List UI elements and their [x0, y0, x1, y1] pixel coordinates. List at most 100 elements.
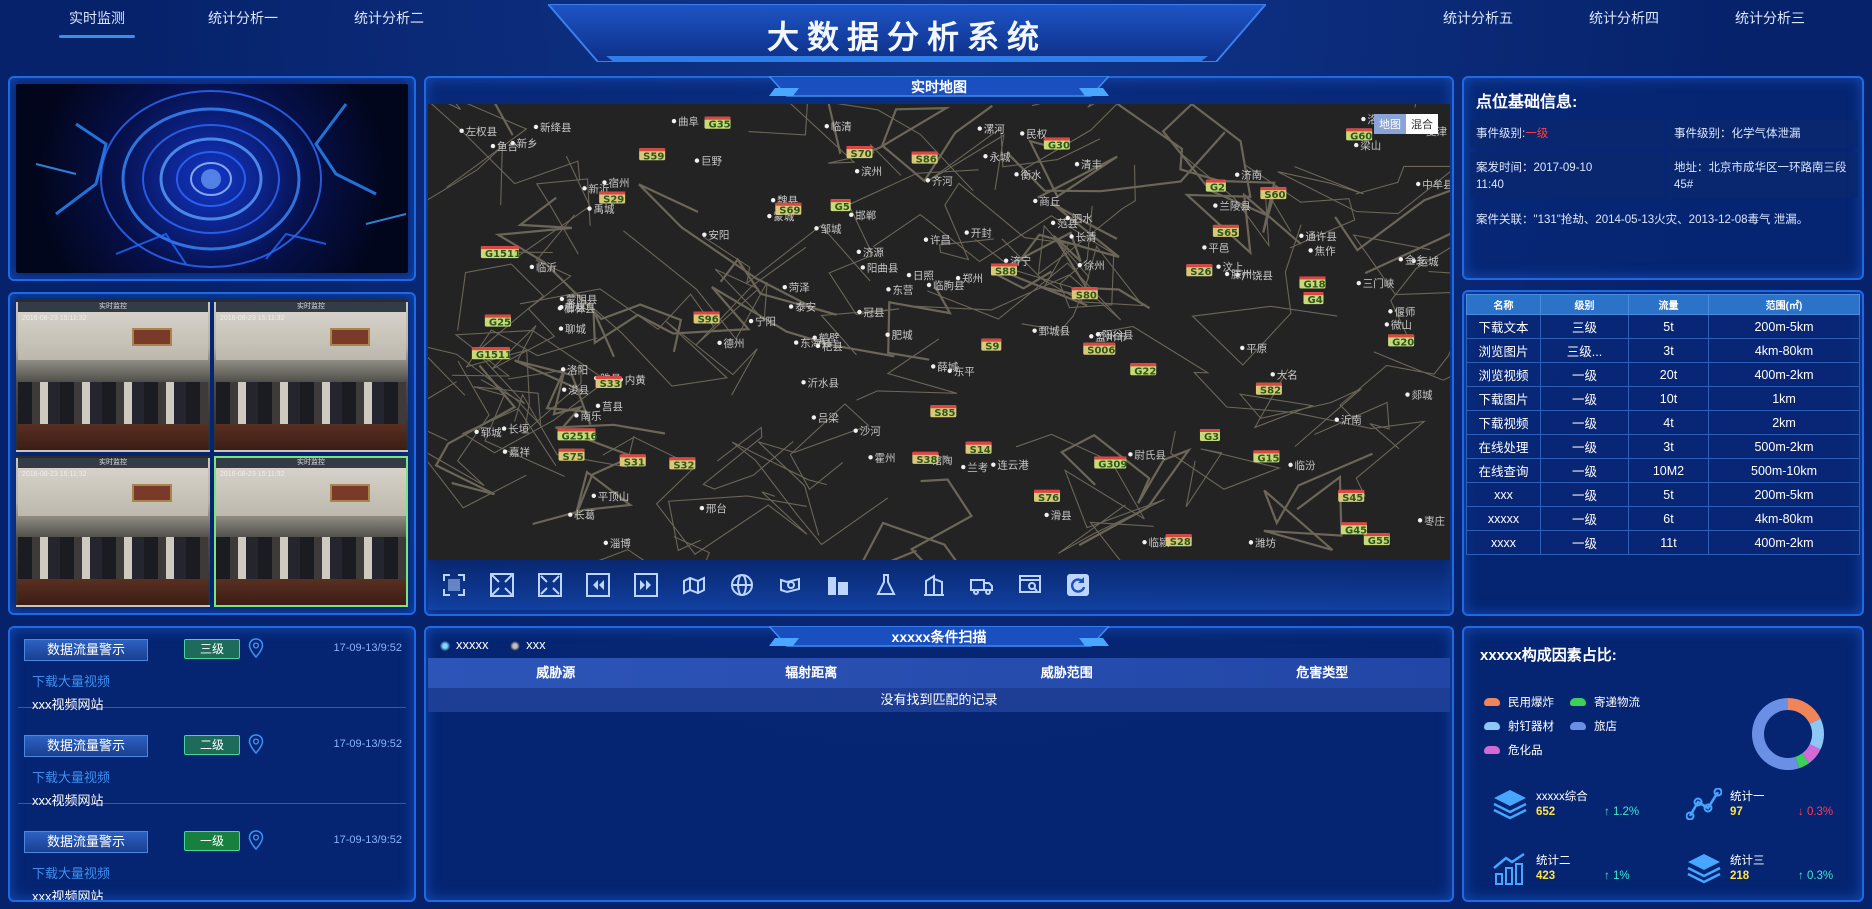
zoom-in-icon[interactable] — [490, 573, 514, 597]
refresh-icon[interactable] — [1066, 573, 1090, 597]
alert-item[interactable]: 数据流量警示 一级 17-09-13/9:52 下载大量视频 xxx视频网站 — [18, 824, 406, 900]
camera-title: 实时监控 — [18, 302, 208, 312]
factor-legend-item[interactable]: 旅店 — [1570, 718, 1617, 734]
alert-link[interactable]: 下载大量视频 — [32, 671, 110, 690]
location-pin-icon[interactable] — [248, 734, 264, 754]
map-road-shield-label: S29 — [603, 194, 624, 205]
map-city-label: 新乡 — [517, 137, 538, 150]
camera-board — [132, 328, 172, 346]
map-city-dot — [853, 428, 858, 433]
stat-two: 统计二 423 ↑ 1% — [1492, 852, 1662, 892]
screen-search-icon[interactable] — [1018, 573, 1042, 597]
donut-slice[interactable] — [1788, 698, 1821, 724]
col-level[interactable]: 级别 — [1540, 294, 1629, 315]
table-row[interactable]: 在线处理 一级 3t 500m-2km — [1466, 434, 1860, 459]
map-city-label: 开封 — [971, 227, 992, 240]
scan-col-hazard-type[interactable]: 危害类型 — [1195, 658, 1451, 688]
delivery-truck-icon[interactable] — [970, 573, 994, 597]
zoom-out-icon[interactable] — [538, 573, 562, 597]
scan-col-radiation-distance[interactable]: 辐射距离 — [684, 658, 940, 688]
table-row[interactable]: 在线查询 一级 10M2 500m-10km — [1466, 458, 1860, 483]
location-pin-icon[interactable] — [248, 638, 264, 658]
factor-legend-item[interactable]: 危化品 — [1484, 742, 1543, 758]
table-row[interactable]: xxx 一级 5t 200m-5km — [1466, 482, 1860, 507]
table-row[interactable]: 下载文本 三级 5t 200m-5km — [1466, 314, 1860, 339]
alert-item[interactable]: 数据流量警示 二级 17-09-13/9:52 下载大量视频 xxx视频网站 — [18, 728, 406, 808]
map-city-dot — [582, 186, 587, 191]
nav-tab-stats-2[interactable]: 统计分析二 — [316, 8, 462, 38]
flask-icon[interactable] — [874, 573, 898, 597]
col-name[interactable]: 名称 — [1466, 294, 1541, 315]
legend-swatch-icon — [1484, 722, 1500, 730]
stat-name: 统计一 — [1730, 791, 1765, 803]
factor-legend-item[interactable]: 寄递物流 — [1570, 694, 1640, 710]
map-city-dot — [1334, 417, 1340, 422]
nav-tab-stats-3[interactable]: 统计分析三 — [1697, 8, 1843, 38]
donut-slice[interactable] — [1809, 718, 1824, 750]
map-city-dot — [793, 340, 799, 345]
nav-tab-stats-1[interactable]: 统计分析一 — [170, 8, 316, 38]
nav-tab-stats-4[interactable]: 统计分析四 — [1551, 8, 1697, 38]
map-city-label: 邯郸 — [855, 209, 876, 222]
map-type-map[interactable]: 地图 — [1374, 114, 1406, 134]
stat-value: 652 — [1536, 806, 1556, 818]
camera-feed-4[interactable]: 实时监控 2016-08-23 15:11:32 — [214, 455, 408, 607]
nav-tab-realtime[interactable]: 实时监测 — [24, 8, 170, 38]
camera-icon[interactable] — [778, 573, 802, 597]
table-row[interactable]: 浏览视频 一级 20t 400m-2km — [1466, 362, 1860, 387]
map-type-hybrid[interactable]: 混合 — [1406, 114, 1438, 134]
col-range[interactable]: 范围(㎡) — [1708, 294, 1860, 315]
cell-level: 三级 — [1540, 314, 1629, 339]
globe-icon[interactable] — [730, 573, 754, 597]
map-canvas[interactable]: 吕梁阳曲县柳林县左权县霍州临汾新绛县运城三门峡洛宁县济源孟州市焦作新乡鹤壁安阳邢… — [428, 104, 1450, 560]
map-city-dot — [533, 124, 539, 130]
map-city-dot — [1089, 334, 1094, 339]
scan-legend-item[interactable]: xxx — [526, 637, 546, 652]
map-city-dot — [931, 364, 936, 369]
rewind-icon[interactable] — [586, 573, 610, 597]
table-row[interactable]: xxxx 一级 11t 400m-2km — [1466, 530, 1860, 555]
camera-feed-1[interactable]: 实时监控 2016-08-23 15:11:32 — [16, 300, 210, 452]
nav-tab-stats-5[interactable]: 统计分析五 — [1405, 8, 1551, 38]
factor-legend-label: 民用爆炸 — [1508, 697, 1554, 709]
alert-link[interactable]: 下载大量视频 — [32, 767, 110, 786]
camera-feed-2[interactable]: 实时监控 2016-08-23 15:11:32 — [214, 300, 408, 452]
map-layer-icon[interactable] — [682, 573, 706, 597]
alert-level-badge: 一级 — [184, 831, 240, 851]
fast-forward-icon[interactable] — [634, 573, 658, 597]
map-road-shield: S76 — [1034, 489, 1061, 504]
building-icon[interactable] — [826, 573, 850, 597]
map-city-label: 邹城 — [820, 222, 842, 235]
alert-item[interactable]: 数据流量警示 三级 17-09-13/9:52 下载大量视频 xxx视频网站 — [18, 632, 406, 712]
cell-level: 一级 — [1540, 410, 1629, 435]
table-row[interactable]: 浏览图片 三级... 3t 4km-80km — [1466, 338, 1860, 363]
map-road-shield-label: G1511 — [476, 350, 512, 361]
scan-legend-item[interactable]: xxxxx — [456, 637, 489, 652]
map-city-dot — [748, 318, 754, 324]
map-city-label: 三门峡 — [1363, 277, 1395, 290]
location-pin-icon[interactable] — [248, 830, 264, 850]
table-row[interactable]: xxxxx 一级 6t 4km-80km — [1466, 506, 1860, 531]
scan-col-threat-source[interactable]: 威胁源 — [428, 658, 684, 688]
info-event-level-label: 事件级别: — [1476, 128, 1526, 140]
map-city-label: 浚县 — [568, 384, 589, 397]
tower-building-icon[interactable] — [922, 573, 946, 597]
cell-flow: 6t — [1628, 506, 1709, 531]
title-banner: 大数据分析系统 — [548, 4, 1266, 62]
map-city-label: 平顶山 — [598, 491, 630, 503]
factor-legend-item[interactable]: 民用爆炸 — [1484, 694, 1554, 710]
main-video[interactable] — [16, 84, 408, 273]
fullscreen-icon[interactable] — [442, 573, 466, 597]
alert-link[interactable]: 下载大量视频 — [32, 863, 110, 882]
col-flow[interactable]: 流量 — [1628, 294, 1709, 315]
map-road-shield-label: G5 — [835, 202, 850, 213]
map-road-shield-label: S85 — [934, 408, 955, 419]
table-row[interactable]: 下载图片 一级 10t 1km — [1466, 386, 1860, 411]
factor-legend-item[interactable]: 射钉器材 — [1484, 718, 1554, 734]
camera-timestamp: 2016-08-23 15:11:32 — [220, 470, 285, 478]
map-road-shield: S69 — [775, 202, 802, 217]
camera-feed-3[interactable]: 实时监控 2016-08-23 15:11:32 — [16, 455, 210, 607]
map-city-label: 肥城 — [892, 330, 914, 342]
table-row[interactable]: 下载视频 一级 4t 2km — [1466, 410, 1860, 435]
scan-col-threat-range[interactable]: 威胁范围 — [939, 658, 1195, 688]
